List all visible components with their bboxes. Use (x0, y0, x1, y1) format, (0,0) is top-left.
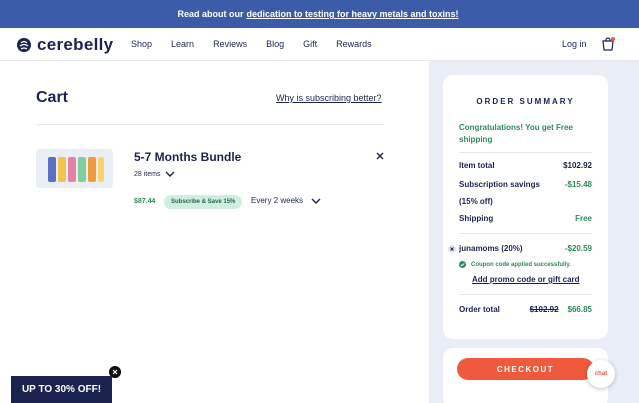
divider (459, 152, 592, 153)
logo[interactable]: cerebelly (16, 35, 113, 55)
pouch-image (68, 157, 76, 182)
login-link[interactable]: Log in (562, 39, 587, 49)
nav-link-reviews[interactable]: Reviews (213, 39, 247, 49)
close-icon[interactable] (374, 150, 386, 162)
coupon-value: -$20.59 (564, 244, 592, 253)
product-name[interactable]: 5-7 Months Bundle (134, 150, 241, 164)
nav-link-gift[interactable]: Gift (303, 39, 317, 49)
savings-label: Subscription savings (15% off) (459, 180, 540, 206)
pouch-image (98, 157, 104, 182)
pouch-image (48, 157, 56, 182)
remove-coupon-icon[interactable] (448, 245, 456, 253)
divider (36, 124, 384, 125)
checkout-button[interactable]: CHECKOUT (457, 358, 594, 380)
product-image (36, 149, 113, 188)
coupon-label: junamoms (20%) (459, 244, 523, 253)
chevron-down-icon (311, 198, 321, 204)
divider (459, 294, 592, 295)
pouch-image (78, 157, 86, 182)
banner-text: Read about our (177, 9, 244, 19)
item-price: $87.44 (134, 198, 156, 205)
item-total-label: Item total (459, 161, 495, 170)
subscribe-badge: Subscribe & Save 15% (164, 195, 243, 209)
chat-button[interactable]: chat (587, 360, 615, 388)
order-summary-card: ORDER SUMMARY Congratulations! You get F… (443, 75, 608, 339)
free-shipping-message: Congratulations! You get Free shipping (459, 123, 573, 144)
savings-value: -$15.48 (564, 180, 592, 189)
order-total: $102.92 $66.85 (530, 305, 592, 314)
banner-link[interactable]: dedication to testing for heavy metals a… (246, 9, 458, 19)
logo-text: cerebelly (37, 35, 114, 54)
why-subscribe-link[interactable]: Why is subscribing better? (276, 93, 382, 103)
announcement-banner: Read about our dedication to testing for… (0, 0, 639, 28)
pouch-image (88, 157, 96, 182)
nav-links: Shop Learn Reviews Blog Gift Rewards (131, 39, 391, 49)
order-total-label: Order total (459, 305, 500, 314)
nav-link-blog[interactable]: Blog (266, 39, 284, 49)
page-title: Cart (36, 89, 69, 106)
item-total-value: $102.92 (563, 161, 592, 170)
nav-link-learn[interactable]: Learn (171, 39, 194, 49)
frequency-select[interactable]: Every 2 weeks (251, 196, 321, 205)
pouch-image (58, 157, 66, 182)
order-total-original: $102.92 (529, 305, 559, 314)
frequency-value: Every 2 weeks (251, 196, 304, 205)
divider (459, 233, 592, 234)
coupon-status: Coupon code applied successfully. (459, 261, 571, 268)
nav-link-rewards[interactable]: Rewards (336, 39, 372, 49)
shipping-value: Free (575, 214, 592, 223)
close-icon[interactable] (109, 366, 121, 378)
promo-popup[interactable]: UP TO 30% OFF! (11, 376, 112, 403)
top-navigation: cerebelly Shop Learn Reviews Blog Gift R… (0, 28, 639, 61)
nav-link-shop[interactable]: Shop (131, 39, 152, 49)
chevron-down-icon (165, 171, 175, 177)
order-summary-title: ORDER SUMMARY (476, 97, 575, 106)
items-toggle[interactable]: 28 items (134, 170, 175, 178)
cerebelly-logo-icon (17, 38, 31, 52)
coupon-status-text: Coupon code applied successfully. (471, 261, 571, 268)
add-promo-link[interactable]: Add promo code or gift card (472, 275, 580, 284)
shipping-label: Shipping (459, 214, 494, 223)
check-circle-icon (459, 261, 466, 268)
items-count: 28 items (134, 170, 161, 178)
shopping-bag-icon[interactable] (601, 37, 615, 51)
order-total-value: $66.85 (567, 305, 592, 314)
